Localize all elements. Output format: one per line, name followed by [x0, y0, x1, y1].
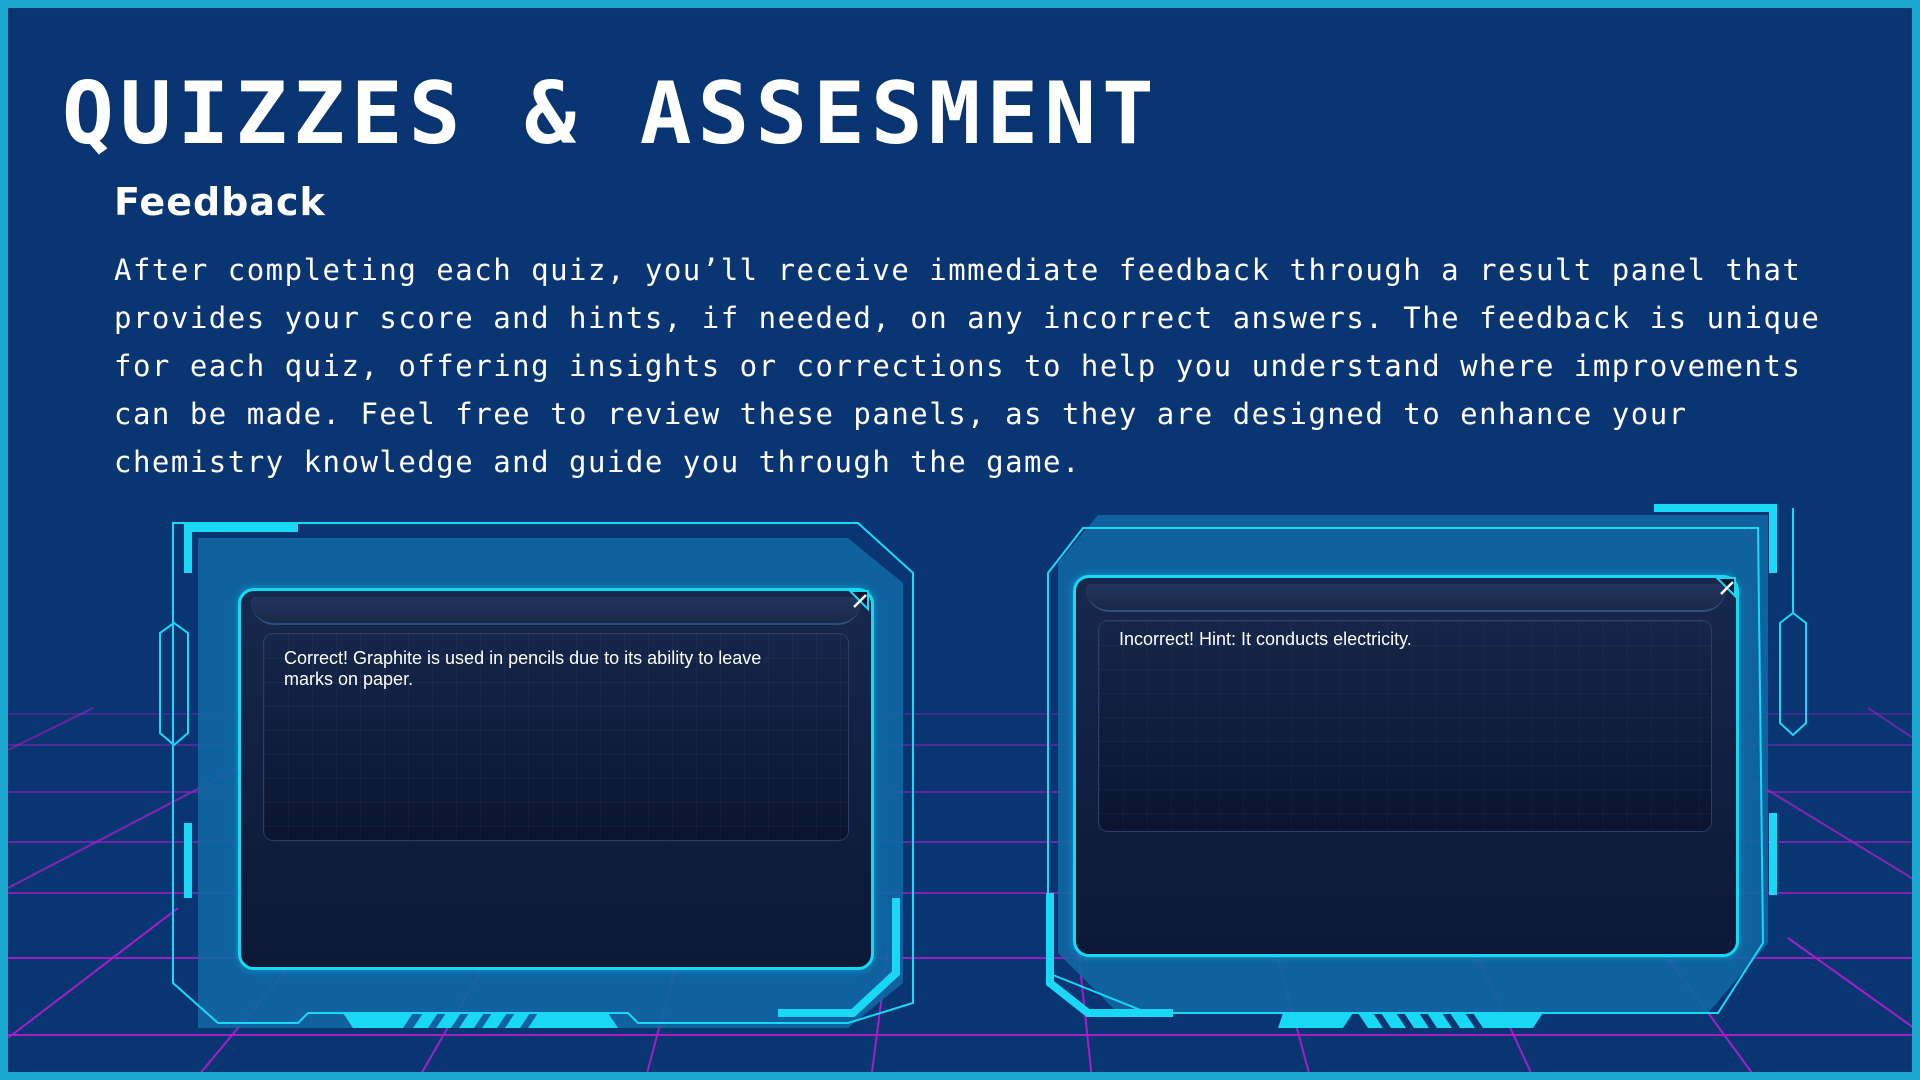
- section-heading: Feedback: [114, 180, 326, 224]
- result-message: Correct! Graphite is used in pencils due…: [284, 648, 762, 689]
- expand-icon[interactable]: [1715, 576, 1737, 598]
- card-header-bar: [1086, 584, 1726, 612]
- body-paragraph: After completing each quiz, you’ll recei…: [114, 253, 1821, 479]
- result-message-area: Incorrect! Hint: It conducts electricity…: [1098, 620, 1712, 832]
- card-header-bar: [251, 597, 861, 625]
- expand-icon[interactable]: [848, 589, 870, 611]
- feedback-panel-incorrect: Incorrect! Hint: It conducts electricity…: [1028, 503, 1828, 1033]
- slide: QUIZZES & ASSESMENT Feedback After compl…: [0, 0, 1920, 1080]
- result-card: Incorrect! Hint: It conducts electricity…: [1073, 575, 1739, 957]
- result-message: Incorrect! Hint: It conducts electricity…: [1119, 629, 1412, 649]
- feedback-panel-correct: Correct! Graphite is used in pencils due…: [158, 513, 918, 1033]
- page-title: QUIZZES & ASSESMENT: [62, 64, 1160, 164]
- result-message-area: Correct! Graphite is used in pencils due…: [263, 633, 849, 841]
- result-card: Correct! Graphite is used in pencils due…: [238, 588, 874, 970]
